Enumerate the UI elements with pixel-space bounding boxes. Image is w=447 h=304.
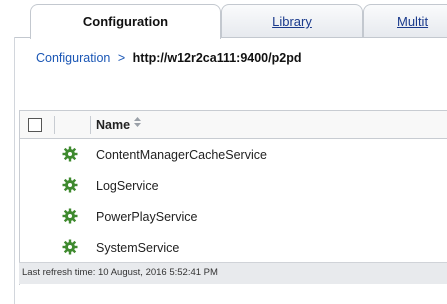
table-body: ContentManagerCacheService LogService Powe… xyxy=(20,139,447,263)
status-bar: Last refresh time: 10 August, 2016 5:52:… xyxy=(19,262,447,284)
table-row[interactable]: PowerPlayService xyxy=(20,201,447,232)
header-divider xyxy=(90,116,91,134)
gear-icon xyxy=(62,239,78,255)
last-refresh-text: Last refresh time: 10 August, 2016 5:52:… xyxy=(22,267,218,278)
gear-icon xyxy=(62,146,78,162)
services-table: Name ContentManagerCacheService LogServic… xyxy=(19,110,447,285)
tab-multitenancy[interactable]: Multit xyxy=(363,4,447,38)
gear-icon xyxy=(62,177,78,193)
header-divider xyxy=(54,116,55,134)
breadcrumb-configuration-link[interactable]: Configuration xyxy=(36,51,110,65)
tab-configuration[interactable]: Configuration xyxy=(30,4,221,39)
left-panel-edge xyxy=(0,37,15,304)
table-row[interactable]: LogService xyxy=(20,170,447,201)
service-name[interactable]: LogService xyxy=(96,179,159,193)
table-row[interactable]: SystemService xyxy=(20,232,447,263)
service-name[interactable]: SystemService xyxy=(96,241,179,255)
tab-bar: Configuration Library Multit xyxy=(0,0,447,39)
name-column-label: Name xyxy=(96,118,131,132)
sort-icon[interactable] xyxy=(134,117,142,129)
service-name[interactable]: ContentManagerCacheService xyxy=(96,148,267,162)
tab-library[interactable]: Library xyxy=(221,4,363,38)
service-name[interactable]: PowerPlayService xyxy=(96,210,197,224)
name-column-header[interactable]: Name xyxy=(96,117,142,132)
breadcrumb-current: http://w12r2ca111:9400/p2pd xyxy=(132,51,302,65)
table-header: Name xyxy=(20,110,447,139)
breadcrumb-separator: > xyxy=(117,51,126,65)
breadcrumb: Configuration > http://w12r2ca111:9400/p… xyxy=(36,51,301,65)
select-all-checkbox[interactable] xyxy=(28,118,42,132)
gear-icon xyxy=(62,208,78,224)
table-row[interactable]: ContentManagerCacheService xyxy=(20,139,447,170)
